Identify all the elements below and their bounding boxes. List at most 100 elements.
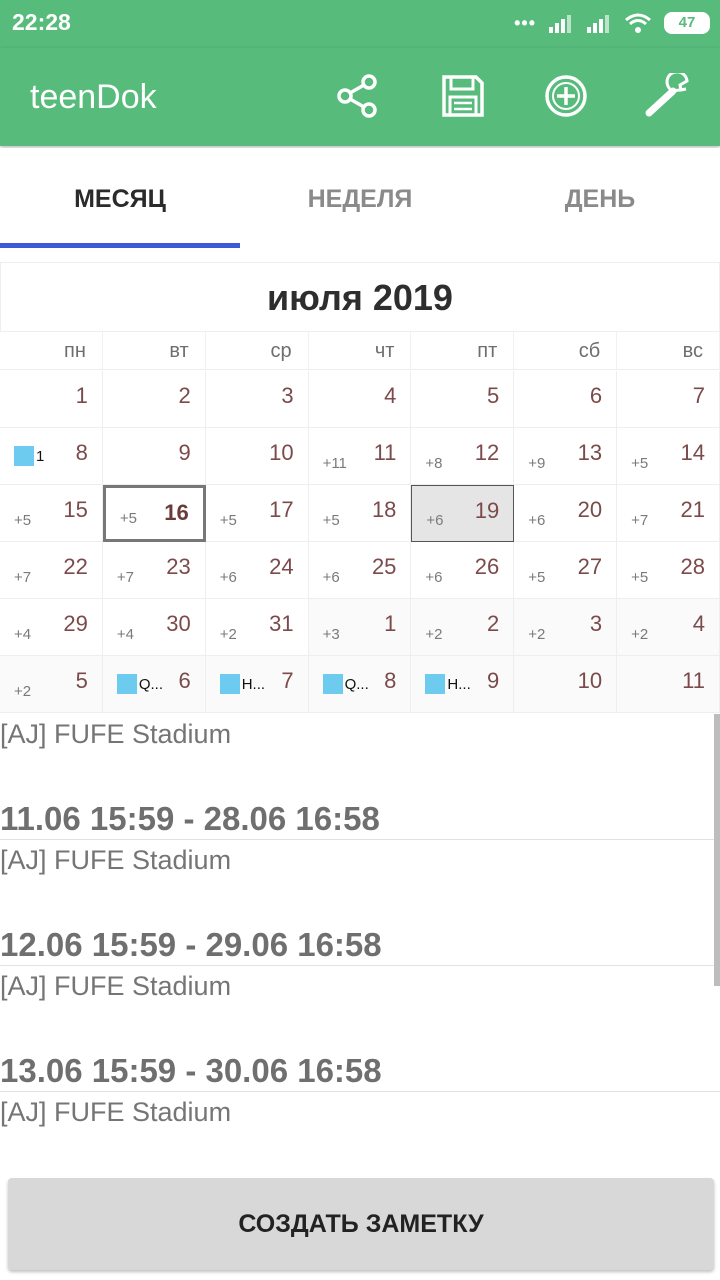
more-events-count: +8 xyxy=(425,455,443,472)
calendar-day-cell[interactable]: 12 +8 xyxy=(411,428,515,485)
event-list-item[interactable]: [AJ] FUFE Stadium 11.06 15:59 - 28.06 16:… xyxy=(0,714,720,840)
calendar-day-cell[interactable]: 18 +5 xyxy=(308,485,412,542)
calendar-day-cell[interactable]: 13 +9 xyxy=(514,428,618,485)
calendar-day-cell[interactable]: 20 +6 xyxy=(514,485,618,542)
more-events-count: +3 xyxy=(322,626,340,643)
day-number: 7 xyxy=(281,668,294,693)
calendar-day-cell[interactable]: 5 +2 xyxy=(0,656,103,713)
calendar-day-cell[interactable]: 6 Q... xyxy=(102,656,206,713)
event-list-item[interactable]: [AJ] FUFE Stadium 12.06 15:59 - 29.06 16:… xyxy=(0,840,720,966)
calendar-day-cell[interactable]: 11 +11 xyxy=(308,428,412,485)
day-number: 22 xyxy=(63,554,88,579)
calendar-grid: 1 2 3 4 5 6 7 8 1 9 10 11 +11 12 +8 13 +9 14 +5 15 +5 16 +5 17 +… xyxy=(0,371,720,713)
signal-icon-2 xyxy=(587,15,609,33)
calendar-day-cell[interactable]: 7 H... xyxy=(205,656,309,713)
calendar-day-cell[interactable]: 5 xyxy=(411,371,515,428)
day-number: 14 xyxy=(680,440,705,465)
calendar-day-cell[interactable]: 11 xyxy=(617,656,720,713)
more-events-count: +2 xyxy=(528,626,546,643)
more-events-count: +5 xyxy=(219,512,237,529)
day-number: 30 xyxy=(166,611,191,636)
weekday-label: пн xyxy=(0,332,103,369)
event-location: [AJ] FUFE Stadium xyxy=(0,971,232,1001)
day-number: 6 xyxy=(178,668,191,693)
day-number: 3 xyxy=(281,383,294,408)
calendar-day-cell[interactable]: 17 +5 xyxy=(205,485,309,542)
day-number: 15 xyxy=(63,497,88,522)
save-icon[interactable] xyxy=(437,70,489,122)
calendar-day-cell[interactable]: 28 +5 xyxy=(617,542,720,599)
calendar-day-cell[interactable]: 24 +6 xyxy=(205,542,309,599)
calendar-day-cell[interactable]: 10 xyxy=(205,428,309,485)
more-events-count: +11 xyxy=(322,455,347,472)
day-number: 1 xyxy=(75,383,88,408)
calendar-day-cell[interactable]: 22 +7 xyxy=(0,542,103,599)
calendar-day-cell[interactable]: 21 +7 xyxy=(617,485,720,542)
calendar-day-cell[interactable]: 1 +3 xyxy=(308,599,412,656)
event-color-swatch xyxy=(116,674,137,694)
event-chip: H... xyxy=(219,674,265,694)
calendar-day-cell[interactable]: 25 +6 xyxy=(308,542,412,599)
calendar-day-cell[interactable]: 31 +2 xyxy=(205,599,309,656)
calendar-day-cell[interactable]: 26 +6 xyxy=(411,542,515,599)
tab-day[interactable]: ДЕНЬ xyxy=(480,148,720,250)
calendar-day-cell[interactable]: 2 xyxy=(102,371,206,428)
day-number: 27 xyxy=(577,554,603,579)
calendar-day-cell[interactable]: 9 xyxy=(102,428,206,485)
month-calendar: июля 2019 пн вт ср чт пт сб вс 123456781… xyxy=(0,262,720,714)
calendar-day-cell[interactable]: 19 +6 xyxy=(411,485,515,542)
wifi-icon xyxy=(625,13,651,33)
calendar-day-cell[interactable]: 16 +5 xyxy=(102,485,206,542)
scrollbar[interactable] xyxy=(714,714,720,986)
day-number: 9 xyxy=(178,440,191,465)
tab-month[interactable]: МЕСЯЦ xyxy=(0,148,240,250)
calendar-day-cell[interactable]: 3 +2 xyxy=(514,599,618,656)
day-number: 21 xyxy=(680,497,705,522)
view-tabs: МЕСЯЦ НЕДЕЛЯ ДЕНЬ xyxy=(0,148,720,250)
calendar-day-cell[interactable]: 10 xyxy=(514,656,618,713)
event-chip-label: Q... xyxy=(138,675,164,693)
event-chip: H... xyxy=(425,674,471,694)
calendar-day-cell[interactable]: 6 xyxy=(514,371,618,428)
tab-week[interactable]: НЕДЕЛЯ xyxy=(240,148,480,250)
calendar-day-cell[interactable]: 3 xyxy=(205,371,309,428)
day-number: 11 xyxy=(682,668,705,693)
add-icon[interactable] xyxy=(540,70,592,122)
app-title: teenDok xyxy=(30,78,157,116)
calendar-day-cell[interactable]: 14 +5 xyxy=(617,428,720,485)
day-number: 7 xyxy=(692,383,705,408)
day-number: 29 xyxy=(63,611,88,636)
more-events-count: +4 xyxy=(116,626,134,643)
day-number: 11 xyxy=(373,440,397,465)
day-number: 19 xyxy=(474,498,500,523)
calendar-day-cell[interactable]: 2 +2 xyxy=(411,599,515,656)
calendar-day-cell[interactable]: 27 +5 xyxy=(514,542,618,599)
event-location: [AJ] FUFE Stadium xyxy=(0,1097,232,1127)
more-events-count: +2 xyxy=(219,626,237,643)
event-list-item[interactable]: [AJ] FUFE Stadium 13.06 15:59 - 30.06 16:… xyxy=(0,966,720,1092)
calendar-day-cell[interactable]: 81 xyxy=(0,428,103,485)
day-number: 2 xyxy=(487,611,500,636)
calendar-day-cell[interactable]: 15 +5 xyxy=(0,485,103,542)
calendar-day-cell[interactable]: 1 xyxy=(0,371,103,428)
share-icon[interactable] xyxy=(332,70,384,122)
event-color-swatch xyxy=(14,446,34,466)
calendar-day-cell[interactable]: 23 +7 xyxy=(102,542,206,599)
create-note-button[interactable]: СОЗДАТЬ ЗАМЕТКУ xyxy=(8,1178,714,1270)
status-icons: ••• 47 xyxy=(514,10,710,36)
calendar-day-cell[interactable]: 7 xyxy=(617,371,720,428)
calendar-day-cell[interactable]: 9 H... xyxy=(411,656,515,713)
more-events-count: +5 xyxy=(119,510,137,527)
calendar-day-cell[interactable]: 30 +4 xyxy=(102,599,206,656)
settings-icon[interactable] xyxy=(642,70,694,122)
calendar-day-cell[interactable]: 29 +4 xyxy=(0,599,103,656)
event-color-swatch xyxy=(425,674,446,694)
more-notifications-icon: ••• xyxy=(514,12,536,33)
calendar-day-cell[interactable]: 8 Q... xyxy=(308,656,412,713)
month-title[interactable]: июля 2019 xyxy=(0,262,720,332)
event-list-item[interactable]: [AJ] FUFE Stadium xyxy=(0,1092,720,1136)
day-number: 8 xyxy=(75,440,88,465)
weekday-header: пн вт ср чт пт сб вс xyxy=(0,332,720,370)
calendar-day-cell[interactable]: 4 +2 xyxy=(617,599,720,656)
calendar-day-cell[interactable]: 4 xyxy=(308,371,412,428)
